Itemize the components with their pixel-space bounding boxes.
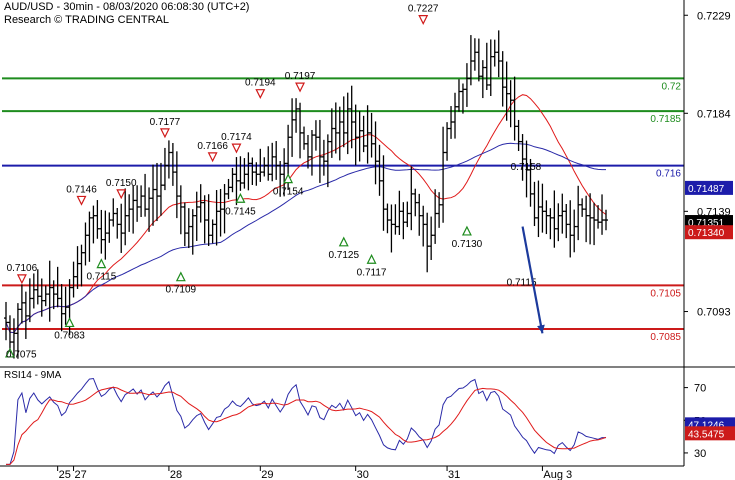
level-value-label: 0.7158 [511, 162, 542, 173]
marker-label: 0.7109 [166, 285, 197, 296]
marker-label: 0.7154 [273, 187, 304, 198]
marker-label: 0.7125 [328, 250, 359, 261]
support-marker [64, 317, 75, 328]
marker-label: 0.7115 [86, 272, 116, 283]
support-marker [366, 253, 377, 264]
resistance-marker [231, 143, 242, 154]
rsi-tick-label: 70 [694, 383, 706, 395]
resistance-marker [76, 195, 87, 206]
price-tick-label: 0.7229 [697, 10, 731, 22]
resistance-marker [255, 89, 266, 100]
level-label: 0.72 [662, 81, 682, 92]
marker-label: 0.7150 [106, 178, 137, 189]
marker-label: 0.7106 [7, 263, 38, 274]
level-label: 0.716 [656, 169, 681, 180]
marker-label: 0.7145 [225, 206, 256, 217]
marker-label: 0.7197 [285, 71, 316, 82]
marker-label: 0.7177 [150, 117, 181, 128]
pivot-markers: 0.7106 0.7083 0.7146 0.7115 0.7150 0.7177 0.71… [5, 4, 545, 360]
chart-title: AUD/USD - 30min - 08/03/2020 06:08:30 (U… [4, 1, 250, 13]
time-tick-label: 31 [448, 469, 460, 480]
marker-label: 0.7194 [245, 78, 276, 89]
axis-layer: 0.72290.71840.71390.70937050302527282930… [0, 0, 735, 480]
level-label: 0.7085 [650, 332, 681, 343]
level-label: 0.7185 [650, 114, 681, 125]
price-tag-label: 0.71340 [688, 228, 725, 239]
rsi-tick-label: 30 [694, 448, 706, 460]
price-tick-label: 0.7184 [697, 108, 731, 120]
resistance-marker [159, 128, 170, 139]
support-marker [175, 271, 186, 282]
rsi-line [6, 377, 606, 465]
marker-label: 0.7117 [357, 267, 387, 278]
moving-averages [5, 94, 607, 334]
chart-canvas: 0.72 0.7185 0.716 0.7105 0.7085 0.7106 0.7083… [0, 0, 735, 480]
resistance-marker [207, 152, 218, 163]
time-tick-label: 28 [170, 469, 182, 480]
time-tick-label: 29 [261, 469, 273, 480]
resistance-marker [418, 15, 429, 25]
resistance-marker [16, 274, 27, 285]
marker-label: 0.7130 [452, 239, 483, 250]
moving-average-fast [5, 94, 607, 334]
price-tag-label: 0.71487 [688, 184, 725, 195]
support-marker [461, 225, 472, 236]
rsi-lines: RSI14 - 9MA [4, 370, 607, 465]
support-marker [338, 236, 349, 247]
support-marker [283, 173, 294, 184]
marker-label: 0.7227 [408, 4, 439, 15]
indicator-title: RSI14 - 9MA [4, 370, 62, 381]
chart-source: Research © TRADING CENTRAL [4, 14, 169, 26]
time-tick-label: 25 [59, 469, 71, 480]
rsi-signal-line [6, 386, 607, 465]
support-marker [235, 192, 246, 203]
time-tick-label: 30 [357, 469, 369, 480]
resistance-marker [295, 82, 306, 93]
support-marker [96, 258, 107, 269]
time-tick-label: Aug 3 [543, 469, 572, 480]
level-label: 0.7105 [650, 288, 681, 299]
resistance-marker [116, 189, 127, 200]
marker-label: 0.7174 [221, 132, 252, 143]
time-tick-label: 27 [75, 469, 87, 480]
marker-label: 0.7083 [54, 330, 85, 341]
marker-label: 0.7146 [66, 184, 97, 195]
rsi-tag-label: 43.5475 [688, 429, 725, 440]
level-value-label: 0.7075 [6, 349, 37, 360]
price-tick-label: 0.7093 [697, 307, 731, 319]
